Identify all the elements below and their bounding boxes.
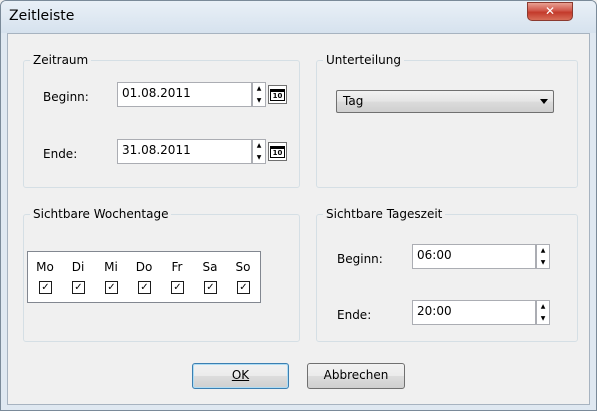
- weekday-so: So ✓: [228, 252, 258, 302]
- calendar-icon: 10: [270, 146, 285, 158]
- weekday-checkbox-fr[interactable]: ✓: [171, 281, 184, 294]
- begin-date-label: Beginn:: [43, 90, 89, 104]
- weekday-label: So: [235, 260, 251, 274]
- begin-date-value: 01.08.2011: [122, 86, 191, 100]
- unterteilung-selected-value: Tag: [343, 94, 364, 108]
- dialog-window: Zeitleiste ✕ Zeitraum Beginn: 01.08.2011…: [0, 0, 597, 411]
- title-bar[interactable]: Zeitleiste ✕: [1, 1, 596, 33]
- time-begin-value: 06:00: [417, 248, 452, 262]
- weekday-label: Fr: [171, 260, 183, 274]
- weekday-mo: Mo ✓: [30, 252, 60, 302]
- spin-up-icon[interactable]: ▲: [537, 301, 549, 312]
- spin-up-icon[interactable]: ▲: [537, 245, 549, 256]
- group-title-tageszeit: Sichtbare Tageszeit: [323, 207, 446, 221]
- end-calendar-button[interactable]: 10: [268, 142, 287, 161]
- weekday-di: Di ✓: [63, 252, 93, 302]
- cancel-button[interactable]: Abbrechen: [307, 363, 405, 389]
- weekday-fr: Fr ✓: [162, 252, 192, 302]
- time-end-spinner[interactable]: ▲ ▼: [536, 300, 550, 325]
- weekday-checkbox-di[interactable]: ✓: [72, 281, 85, 294]
- chevron-down-icon: [540, 99, 548, 104]
- time-begin-label: Beginn:: [337, 252, 383, 266]
- begin-date-spinner[interactable]: ▲ ▼: [252, 82, 266, 107]
- weekday-label: Di: [71, 260, 85, 274]
- end-date-label: Ende:: [43, 147, 78, 161]
- window-title: Zeitleiste: [9, 8, 75, 24]
- spin-down-icon[interactable]: ▼: [537, 313, 549, 324]
- weekday-label: Mo: [36, 260, 54, 274]
- spin-up-icon[interactable]: ▲: [253, 83, 265, 94]
- weekday-checkbox-so[interactable]: ✓: [237, 281, 250, 294]
- weekday-checkbox-do[interactable]: ✓: [138, 281, 151, 294]
- ok-button[interactable]: OK: [192, 363, 289, 389]
- weekday-checkbox-mi[interactable]: ✓: [105, 281, 118, 294]
- weekday-checkbox-sa[interactable]: ✓: [204, 281, 217, 294]
- end-date-value: 31.08.2011: [122, 143, 191, 157]
- close-icon: ✕: [544, 4, 556, 18]
- ok-button-label: OK: [231, 368, 250, 382]
- time-begin-spinner[interactable]: ▲ ▼: [536, 244, 550, 269]
- unterteilung-select[interactable]: Tag: [336, 90, 554, 113]
- weekday-list: Mo ✓ Di ✓ Mi ✓ Do ✓ Fr ✓ Sa ✓ So ✓: [27, 251, 261, 303]
- spin-down-icon[interactable]: ▼: [253, 152, 265, 163]
- group-title-unterteilung: Unterteilung: [323, 53, 404, 67]
- spin-up-icon[interactable]: ▲: [253, 140, 265, 151]
- spin-down-icon[interactable]: ▼: [253, 95, 265, 106]
- end-date-field[interactable]: 31.08.2011: [117, 139, 252, 164]
- end-date-spinner[interactable]: ▲ ▼: [252, 139, 266, 164]
- weekday-label: Do: [135, 260, 153, 274]
- close-button[interactable]: ✕: [527, 2, 573, 21]
- weekday-sa: Sa ✓: [195, 252, 225, 302]
- group-tageszeit: Sichtbare Tageszeit Beginn: 06:00 ▲ ▼ En…: [316, 207, 578, 342]
- group-title-zeitraum: Zeitraum: [30, 53, 92, 67]
- time-end-value: 20:00: [417, 304, 452, 318]
- group-zeitraum: Zeitraum Beginn: 01.08.2011 ▲ ▼ 10 Ende:…: [23, 53, 300, 188]
- group-unterteilung: Unterteilung Tag: [316, 53, 578, 188]
- weekday-mi: Mi ✓: [96, 252, 126, 302]
- group-title-wochentage: Sichtbare Wochentage: [30, 207, 172, 221]
- cancel-button-label: Abbrechen: [323, 368, 389, 382]
- time-end-field[interactable]: 20:00: [412, 300, 536, 325]
- dialog-content: Zeitraum Beginn: 01.08.2011 ▲ ▼ 10 Ende:…: [7, 33, 590, 405]
- weekday-do: Do ✓: [129, 252, 159, 302]
- time-end-label: Ende:: [337, 308, 372, 322]
- begin-calendar-button[interactable]: 10: [268, 85, 287, 104]
- weekday-checkbox-mo[interactable]: ✓: [39, 281, 52, 294]
- time-begin-field[interactable]: 06:00: [412, 244, 536, 269]
- begin-date-field[interactable]: 01.08.2011: [117, 82, 252, 107]
- weekday-label: Sa: [202, 260, 218, 274]
- spin-down-icon[interactable]: ▼: [537, 257, 549, 268]
- calendar-icon: 10: [270, 89, 285, 101]
- weekday-label: Mi: [104, 260, 118, 274]
